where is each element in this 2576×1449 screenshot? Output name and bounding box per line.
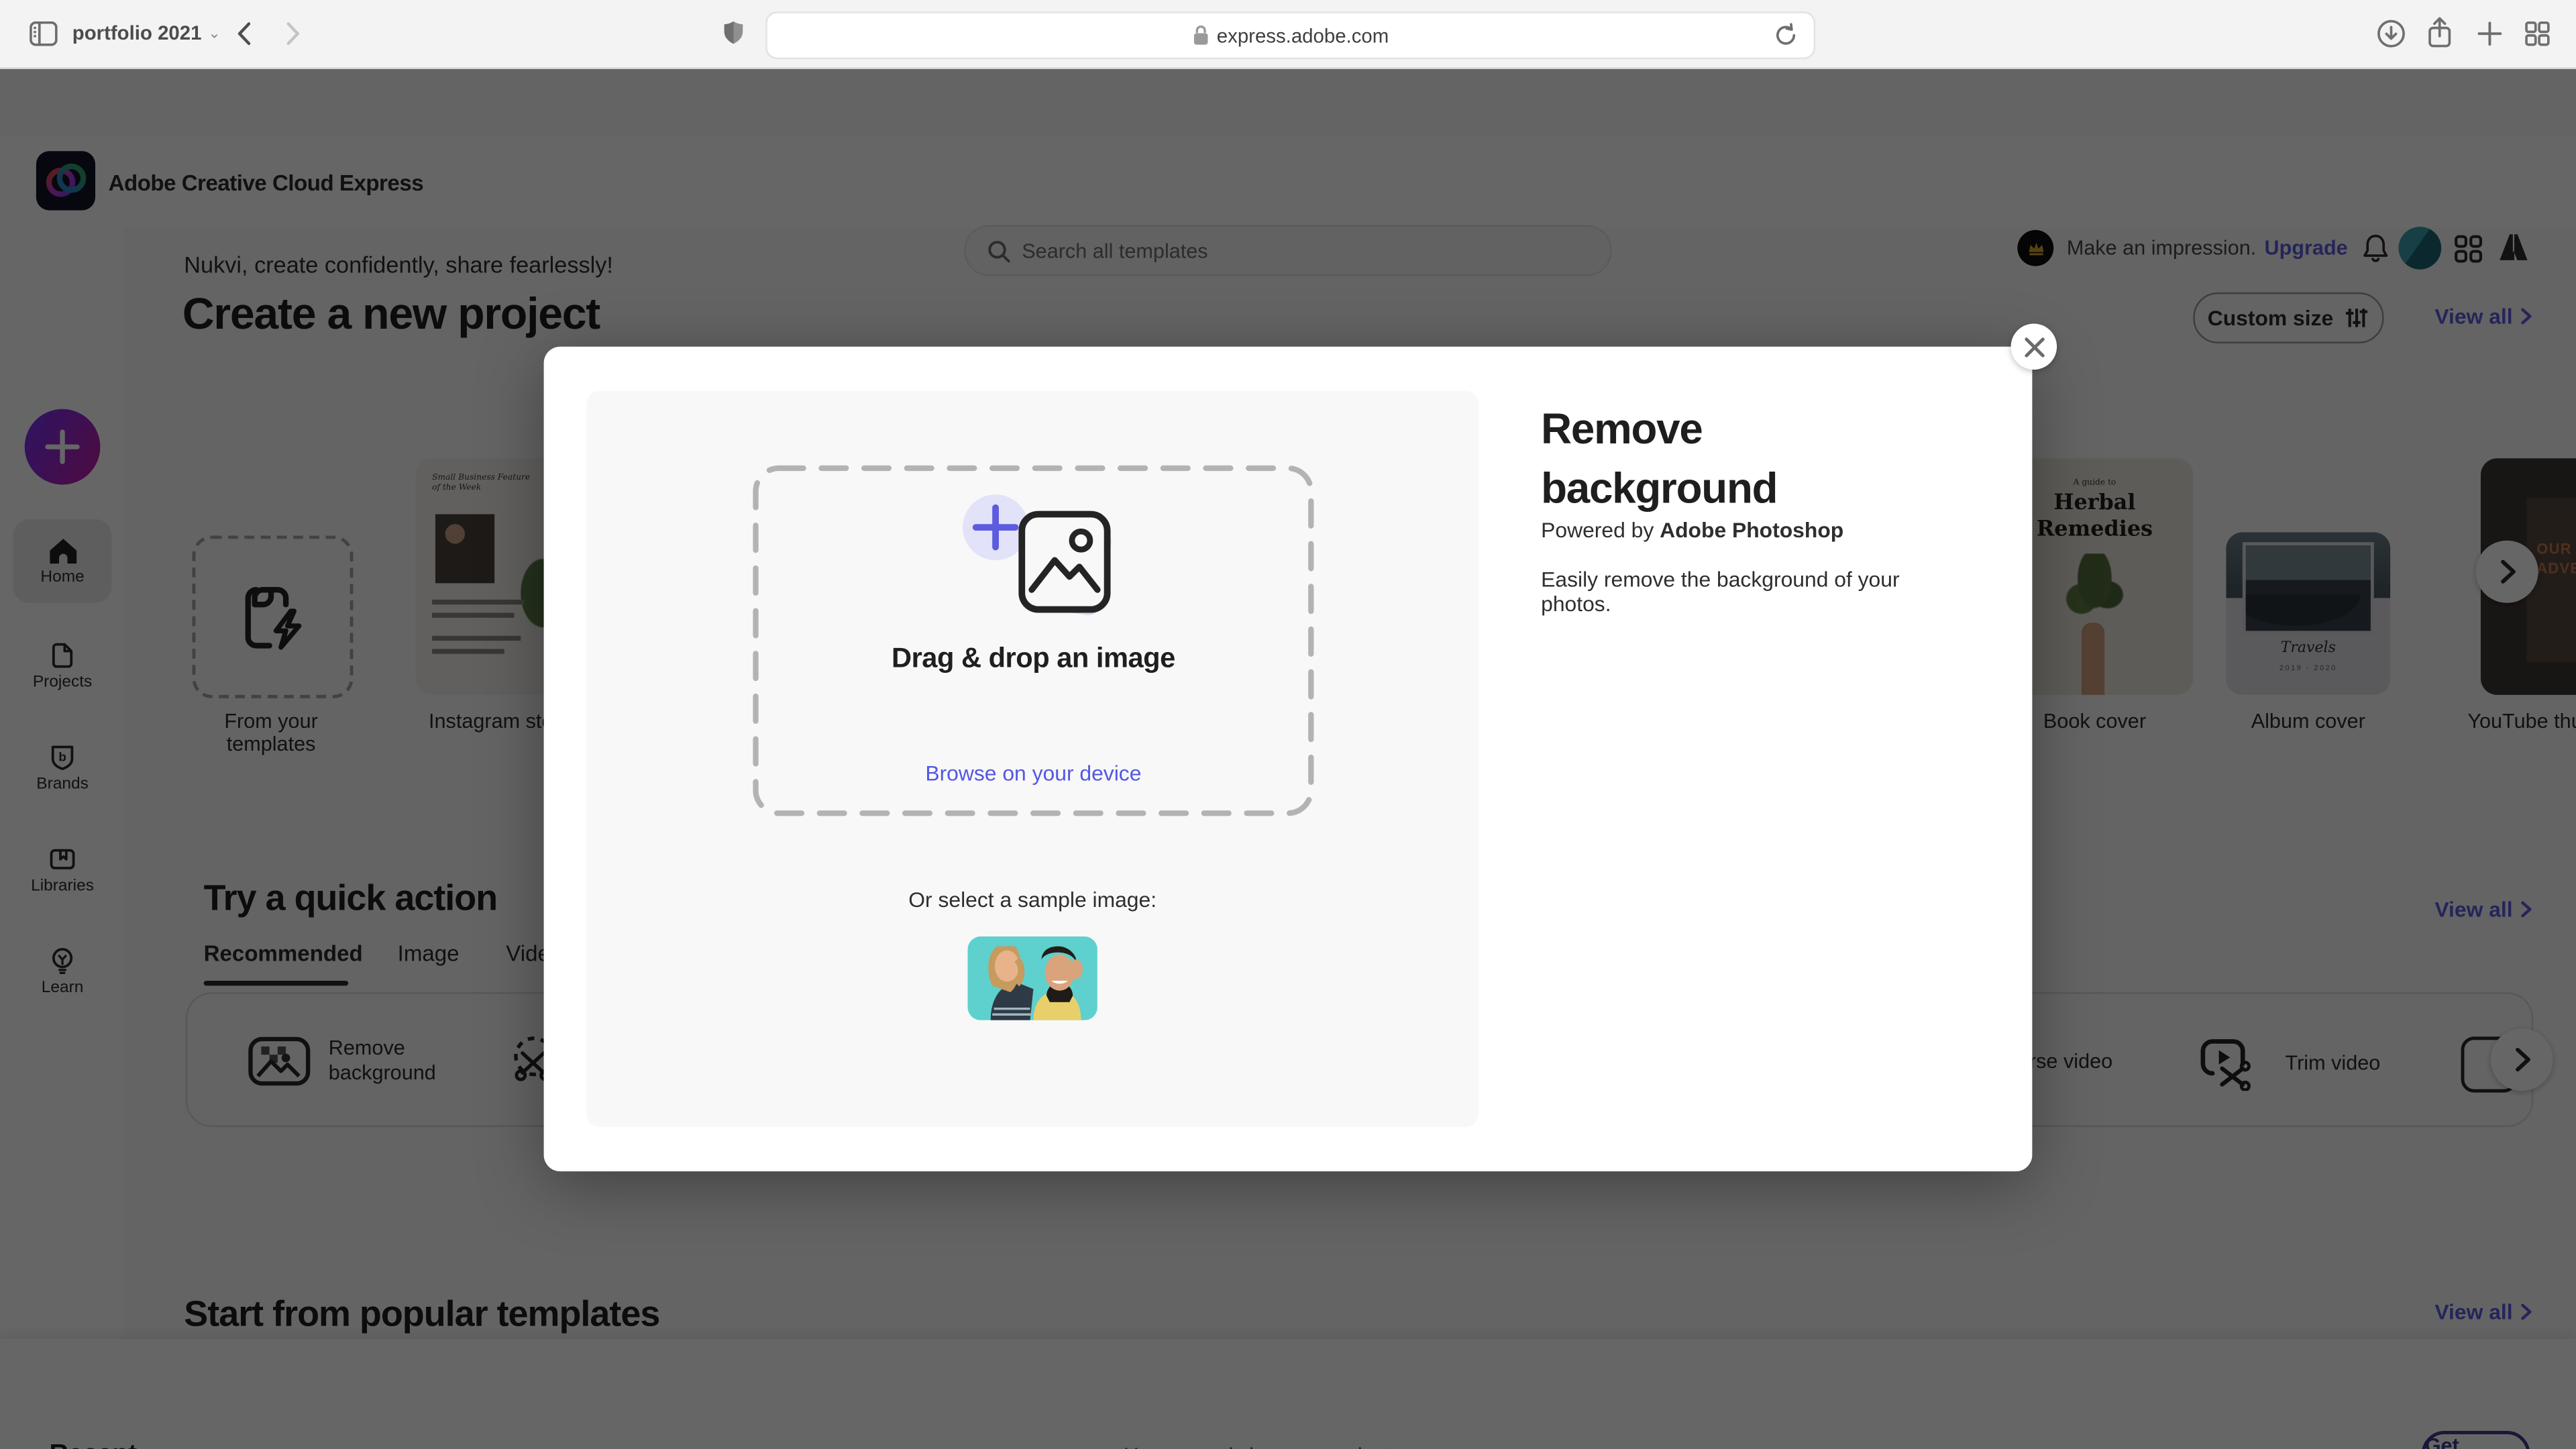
new-tab-button[interactable] [2477, 21, 2502, 46]
remove-background-modal: Drag & drop an image Browse on your devi… [544, 347, 2033, 1171]
modal-powered-by: Powered by Adobe Photoshop [1541, 517, 1843, 542]
downloads-button[interactable] [2377, 19, 2406, 48]
screen: Adobe Creative Cloud Express Search all … [0, 0, 2576, 1449]
modal-title: Remove background [1541, 399, 1919, 517]
tab-overview-button[interactable] [2525, 21, 2550, 46]
url-text: express.adobe.com [1217, 24, 1389, 47]
dropzone-title: Drag & drop an image [753, 643, 1315, 676]
sample-image-label: Or select a sample image: [586, 887, 1479, 912]
browser-sidebar-icon[interactable] [30, 21, 58, 46]
privacy-shield-icon[interactable] [723, 19, 745, 46]
browser-toolbar: portfolio 2021 ⌄ express.adobe.com [0, 0, 2576, 69]
modal-close-button[interactable] [2011, 323, 2057, 370]
dropzone[interactable]: Drag & drop an image Browse on your devi… [753, 465, 1315, 816]
forward-button[interactable] [286, 21, 301, 46]
share-button[interactable] [2426, 16, 2453, 49]
browse-device-link[interactable]: Browse on your device [753, 761, 1315, 786]
powered-brand: Adobe Photoshop [1660, 517, 1843, 542]
lock-icon [1192, 25, 1208, 46]
reload-icon[interactable] [1774, 23, 1797, 48]
upload-panel: Drag & drop an image Browse on your devi… [586, 391, 1479, 1127]
tab-title: portfolio 2021 [72, 21, 202, 44]
modal-description: Easily remove the background of your pho… [1541, 567, 1968, 616]
chevron-down-icon: ⌄ [208, 24, 220, 42]
browser-tab-menu[interactable]: portfolio 2021 ⌄ [72, 21, 221, 44]
close-icon [2023, 336, 2045, 358]
sample-image[interactable] [967, 936, 1097, 1020]
url-bar[interactable]: express.adobe.com [765, 11, 1815, 59]
powered-prefix: Powered by [1541, 517, 1660, 542]
back-button[interactable] [237, 21, 252, 46]
add-image-icon [956, 494, 1120, 626]
